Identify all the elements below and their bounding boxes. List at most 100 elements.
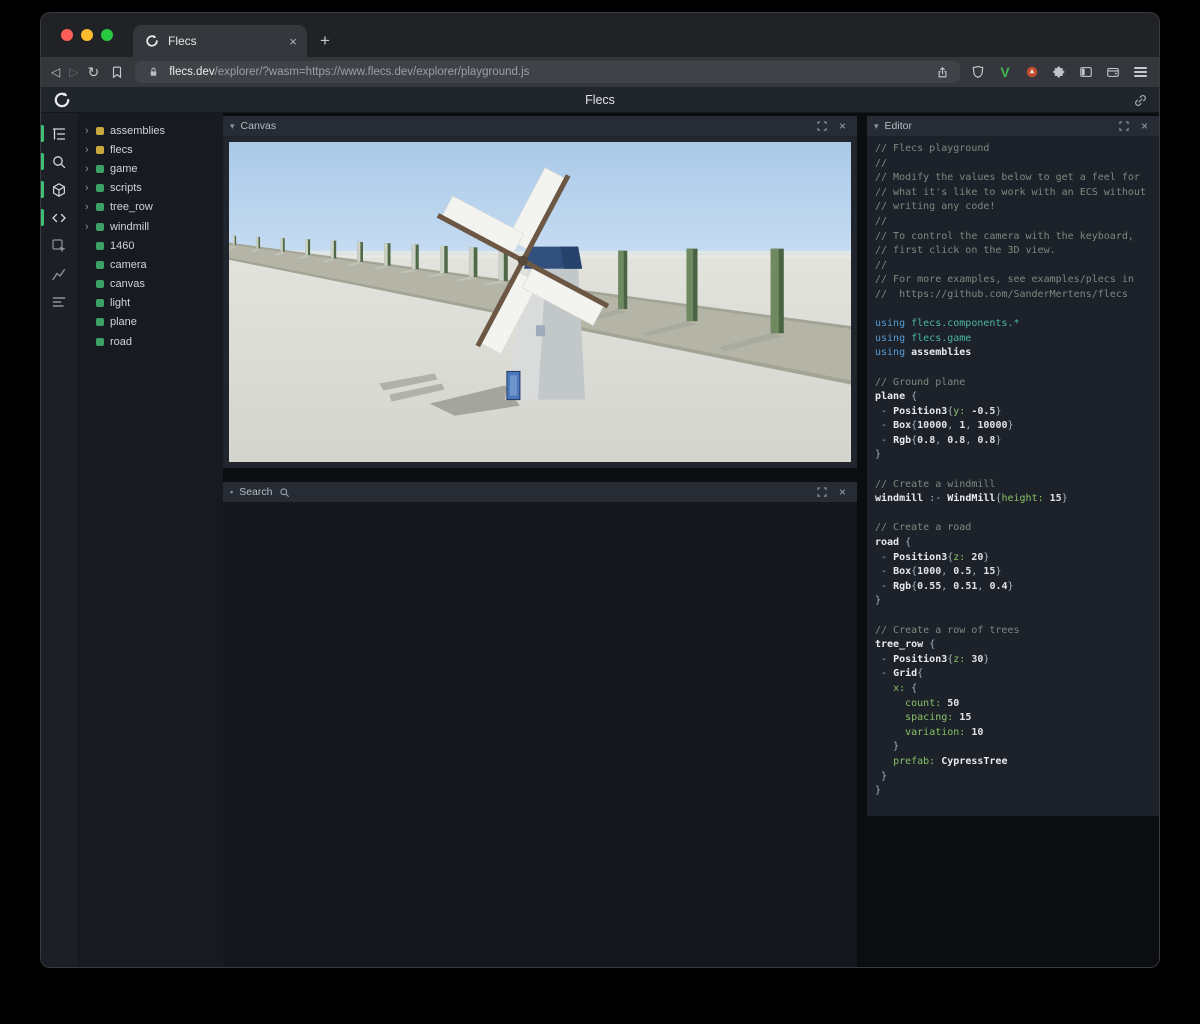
- expand-chevron-icon[interactable]: ›: [85, 201, 96, 213]
- code-line[interactable]: // Ground plane: [875, 376, 1151, 391]
- code-line[interactable]: // writing any code!: [875, 200, 1151, 215]
- code-line[interactable]: - Rgb{0.8, 0.8, 0.8}: [875, 434, 1151, 449]
- code-line[interactable]: prefab: CypressTree: [875, 755, 1151, 770]
- close-panel-button[interactable]: ×: [835, 485, 850, 500]
- expand-panel-button[interactable]: [814, 119, 829, 134]
- close-window-button[interactable]: [61, 29, 73, 41]
- new-tab-button[interactable]: +: [311, 27, 339, 55]
- menu-icon[interactable]: [1131, 63, 1149, 81]
- tree-item-1460[interactable]: 1460: [77, 236, 223, 255]
- code-line[interactable]: using flecs.components.*: [875, 317, 1151, 332]
- code-line[interactable]: using assemblies: [875, 346, 1151, 361]
- tree-item-flecs[interactable]: › flecs: [77, 140, 223, 159]
- code-line[interactable]: plane {: [875, 390, 1151, 405]
- extensions-icon[interactable]: [1050, 63, 1068, 81]
- code-line[interactable]: // Create a row of trees: [875, 624, 1151, 639]
- tree-item-canvas[interactable]: canvas: [77, 275, 223, 294]
- reload-button[interactable]: ↻: [87, 65, 99, 79]
- code-line[interactable]: [875, 361, 1151, 376]
- code-line[interactable]: // Modify the values below to get a feel…: [875, 171, 1151, 186]
- code-line[interactable]: //: [875, 259, 1151, 274]
- code-line[interactable]: [875, 507, 1151, 522]
- address-bar[interactable]: flecs.dev/explorer/?wasm=https://www.fle…: [135, 61, 960, 83]
- editor-panel-button[interactable]: [41, 205, 77, 230]
- query-panel-button[interactable]: [41, 149, 77, 174]
- code-line[interactable]: - Rgb{0.55, 0.51, 0.4}: [875, 580, 1151, 595]
- code-line[interactable]: - Box{1000, 0.5, 15}: [875, 565, 1151, 580]
- collapse-chevron-icon[interactable]: ▾: [230, 121, 235, 132]
- tree-item-assemblies[interactable]: › assemblies: [77, 121, 223, 140]
- entity-tree-panel-button[interactable]: [41, 121, 77, 146]
- expand-chevron-icon[interactable]: ›: [85, 182, 96, 194]
- code-line[interactable]: [875, 303, 1151, 318]
- expand-chevron-icon[interactable]: ›: [85, 221, 96, 233]
- forward-button[interactable]: ▷: [69, 66, 78, 78]
- search-panel-body[interactable]: [223, 502, 857, 967]
- charts-panel-button[interactable]: [41, 261, 77, 286]
- code-line[interactable]: //: [875, 157, 1151, 172]
- search-bullet-icon[interactable]: ▪: [230, 487, 233, 497]
- code-line[interactable]: }: [875, 594, 1151, 609]
- code-line[interactable]: road {: [875, 536, 1151, 551]
- code-line[interactable]: - Position3{z: 30}: [875, 653, 1151, 668]
- code-line[interactable]: [875, 463, 1151, 478]
- share-link-icon[interactable]: [1131, 91, 1149, 109]
- zoom-window-button[interactable]: [101, 29, 113, 41]
- wallet-icon[interactable]: [1104, 63, 1122, 81]
- code-line[interactable]: }: [875, 770, 1151, 785]
- code-line[interactable]: - Position3{z: 20}: [875, 551, 1151, 566]
- code-editor[interactable]: // Flecs playground//// Modify the value…: [867, 136, 1159, 816]
- code-line[interactable]: }: [875, 740, 1151, 755]
- code-line[interactable]: - Grid{: [875, 667, 1151, 682]
- code-line[interactable]: // https://github.com/SanderMertens/flec…: [875, 288, 1151, 303]
- brave-shield-icon[interactable]: [969, 63, 987, 81]
- tree-item-light[interactable]: light: [77, 294, 223, 313]
- code-line[interactable]: // Create a road: [875, 521, 1151, 536]
- code-line[interactable]: // Flecs playground: [875, 142, 1151, 157]
- minimize-window-button[interactable]: [81, 29, 93, 41]
- code-line[interactable]: spacing: 15: [875, 711, 1151, 726]
- tree-item-tree_row[interactable]: › tree_row: [77, 198, 223, 217]
- browser-tab[interactable]: Flecs ×: [133, 25, 307, 57]
- code-line[interactable]: // first click on the 3D view.: [875, 244, 1151, 259]
- code-line[interactable]: variation: 10: [875, 726, 1151, 741]
- code-line[interactable]: using flecs.game: [875, 332, 1151, 347]
- tree-item-windmill[interactable]: › windmill: [77, 217, 223, 236]
- tree-item-game[interactable]: › game: [77, 159, 223, 178]
- tree-item-camera[interactable]: camera: [77, 255, 223, 274]
- code-line[interactable]: //: [875, 215, 1151, 230]
- vimium-extension-icon[interactable]: V: [996, 63, 1014, 81]
- bookmarks-icon[interactable]: [108, 63, 126, 81]
- code-line[interactable]: tree_row {: [875, 638, 1151, 653]
- code-line[interactable]: - Box{10000, 1, 10000}: [875, 419, 1151, 434]
- close-panel-button[interactable]: ×: [1137, 119, 1152, 134]
- code-line[interactable]: // Create a windmill: [875, 478, 1151, 493]
- code-line[interactable]: // To control the camera with the keyboa…: [875, 230, 1151, 245]
- code-line[interactable]: windmill :- WindMill{height: 15}: [875, 492, 1151, 507]
- expand-chevron-icon[interactable]: ›: [85, 125, 96, 137]
- code-line[interactable]: - Position3{y: -0.5}: [875, 405, 1151, 420]
- code-line[interactable]: [875, 609, 1151, 624]
- tree-item-scripts[interactable]: › scripts: [77, 179, 223, 198]
- tab-close-icon[interactable]: ×: [289, 34, 297, 49]
- close-panel-button[interactable]: ×: [835, 119, 850, 134]
- back-button[interactable]: ◁: [51, 66, 60, 78]
- expand-panel-button[interactable]: [1116, 119, 1131, 134]
- canvas-panel-button[interactable]: [41, 177, 77, 202]
- sidebar-toggle-icon[interactable]: [1077, 63, 1095, 81]
- rewards-icon[interactable]: [1023, 63, 1041, 81]
- code-line[interactable]: count: 50: [875, 697, 1151, 712]
- share-icon[interactable]: [933, 63, 951, 81]
- code-line[interactable]: }: [875, 784, 1151, 799]
- inspect-panel-button[interactable]: [41, 233, 77, 258]
- expand-panel-button[interactable]: [814, 485, 829, 500]
- stats-panel-button[interactable]: [41, 289, 77, 314]
- code-line[interactable]: x: {: [875, 682, 1151, 697]
- code-line[interactable]: // what it's like to work with an ECS wi…: [875, 186, 1151, 201]
- collapse-chevron-icon[interactable]: ▾: [874, 121, 879, 132]
- expand-chevron-icon[interactable]: ›: [85, 144, 96, 156]
- tree-item-plane[interactable]: plane: [77, 313, 223, 332]
- expand-chevron-icon[interactable]: ›: [85, 163, 96, 175]
- tree-item-road[interactable]: road: [77, 332, 223, 351]
- canvas-3d-render[interactable]: [229, 142, 851, 462]
